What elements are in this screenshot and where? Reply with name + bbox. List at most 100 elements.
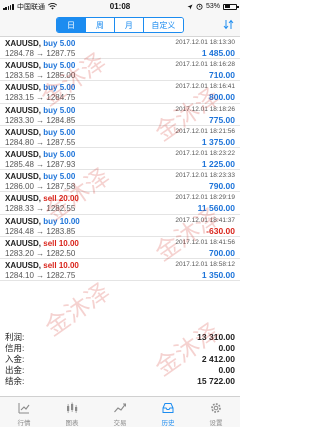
trade-row[interactable]: XAUUSD, buy 5.00 1285.48 → 1287.93 2017.12… bbox=[0, 148, 240, 171]
tab-week[interactable]: 周 bbox=[85, 18, 115, 32]
trade-profit: -630.00 bbox=[206, 225, 235, 236]
trade-action: buy 5.00 bbox=[43, 39, 76, 48]
trade-profit: 700.00 bbox=[209, 247, 235, 258]
open-price: 1283.15 bbox=[5, 93, 34, 103]
close-price: 1282.50 bbox=[46, 248, 76, 258]
account-summary: 利润: 13 310.00 信用: 0.00 入金: 2 412.00 出金: 0.00 结余:… bbox=[0, 331, 240, 387]
history-toolbar: 日 周 月 自定义 bbox=[0, 13, 240, 37]
open-price: 1284.80 bbox=[5, 137, 34, 147]
chart-icon bbox=[67, 402, 78, 413]
quotes-icon bbox=[18, 403, 30, 414]
summary-label: 入金: bbox=[5, 353, 25, 364]
tab-history[interactable]: 历史 bbox=[144, 397, 192, 427]
symbol-label: XAUUSD, bbox=[5, 39, 42, 48]
close-price: 1283.85 bbox=[46, 226, 76, 236]
trade-row[interactable]: XAUUSD, buy 5.00 1286.00 → 1287.58 2017.12… bbox=[0, 170, 240, 193]
symbol-label: XAUUSD, bbox=[5, 260, 42, 270]
status-right: 53% bbox=[147, 3, 239, 10]
trade-action: sell 10.00 bbox=[43, 260, 79, 270]
trade-time: 2017.12.01 18:41:56 bbox=[175, 238, 235, 246]
trade-prices: 1283.30 → 1284.85 bbox=[5, 115, 76, 125]
history-icon bbox=[162, 403, 174, 413]
close-price: 1287.75 bbox=[46, 49, 76, 58]
tab-chart-label: 图表 bbox=[65, 420, 79, 427]
trade-time: 2017.12.01 18:23:22 bbox=[175, 149, 235, 157]
open-price: 1286.00 bbox=[5, 182, 34, 192]
tab-custom[interactable]: 自定义 bbox=[143, 18, 183, 32]
trade-symbol: XAUUSD, buy 10.00 bbox=[5, 217, 80, 226]
summary-value: 13 310.00 bbox=[197, 331, 235, 342]
close-price: 1287.58 bbox=[46, 182, 76, 192]
trade-prices: 1283.15 → 1284.75 bbox=[5, 93, 76, 103]
trade-action: buy 5.00 bbox=[43, 105, 76, 115]
trade-row[interactable]: XAUUSD, buy 5.00 1283.15 → 1284.75 2017.12… bbox=[0, 81, 240, 104]
summary-row: 结余: 15 722.00 bbox=[0, 376, 240, 387]
summary-value: 0.00 bbox=[218, 342, 235, 353]
trade-time: 2017.12.01 18:29:19 bbox=[175, 194, 235, 202]
tab-settings-label: 设置 bbox=[209, 420, 223, 427]
tab-history-label: 历史 bbox=[161, 420, 175, 427]
trade-symbol: XAUUSD, buy 5.00 bbox=[5, 172, 75, 181]
summary-value: 0.00 bbox=[218, 365, 235, 376]
trade-time: 2017.12.01 18:16:28 bbox=[175, 61, 235, 69]
tab-trade[interactable]: 交易 bbox=[96, 397, 144, 427]
tab-settings[interactable]: 设置 bbox=[192, 397, 240, 427]
close-price: 1284.75 bbox=[46, 93, 76, 103]
trade-prices: 1284.80 → 1287.55 bbox=[5, 137, 76, 147]
trade-symbol: XAUUSD, buy 5.00 bbox=[5, 106, 75, 115]
trade-row[interactable]: XAUUSD, buy 5.00 1283.58 → 1285.00 2017.12… bbox=[0, 59, 240, 82]
tab-trade-label: 交易 bbox=[113, 420, 127, 427]
summary-label: 结余: bbox=[5, 376, 25, 387]
symbol-label: XAUUSD, bbox=[5, 61, 42, 71]
trade-prices: 1286.00 → 1287.58 bbox=[5, 182, 76, 192]
battery-icon bbox=[223, 3, 239, 10]
trade-symbol: XAUUSD, sell 10.00 bbox=[5, 239, 79, 248]
trade-profit: 1 350.00 bbox=[201, 269, 235, 280]
alarm-icon bbox=[196, 3, 203, 10]
symbol-label: XAUUSD, bbox=[5, 216, 42, 226]
trade-row[interactable]: XAUUSD, sell 10.00 1283.20 → 1282.50 2017.… bbox=[0, 237, 240, 259]
trade-symbol: XAUUSD, sell 10.00 bbox=[5, 261, 79, 270]
symbol-label: XAUUSD, bbox=[5, 83, 42, 93]
signal-icon bbox=[3, 3, 14, 10]
trade-prices: 1288.33 → 1282.55 bbox=[5, 204, 76, 214]
open-price: 1284.78 bbox=[5, 49, 34, 58]
tab-day[interactable]: 日 bbox=[57, 18, 86, 32]
trade-row[interactable]: XAUUSD, buy 10.00 1284.48 → 1283.85 2017.1… bbox=[0, 215, 240, 237]
trade-profit: 1 485.00 bbox=[201, 48, 235, 58]
trade-action: buy 10.00 bbox=[43, 216, 80, 226]
battery-percent: 53% bbox=[205, 3, 220, 10]
close-price: 1287.55 bbox=[46, 137, 76, 147]
trade-row[interactable]: XAUUSD, buy 5.00 1284.78 → 1287.75 2017.12… bbox=[0, 37, 240, 60]
open-price: 1285.48 bbox=[5, 159, 34, 169]
trade-row[interactable]: XAUUSD, sell 20.00 1288.33 → 1282.55 2017.… bbox=[0, 192, 240, 215]
tab-chart[interactable]: 图表 bbox=[48, 397, 96, 427]
trade-time: 2017.12.01 18:41:37 bbox=[175, 216, 235, 224]
tab-month[interactable]: 月 bbox=[114, 18, 144, 32]
close-price: 1284.85 bbox=[46, 115, 76, 125]
trade-row[interactable]: XAUUSD, buy 5.00 1283.30 → 1284.85 2017.12… bbox=[0, 104, 240, 126]
trade-symbol: XAUUSD, buy 5.00 bbox=[5, 150, 75, 159]
trade-icon bbox=[114, 403, 126, 413]
trade-action: buy 5.00 bbox=[43, 127, 76, 137]
summary-label: 出金: bbox=[5, 365, 25, 376]
trade-symbol: XAUUSD, buy 5.00 bbox=[5, 128, 75, 137]
trade-action: buy 5.00 bbox=[43, 83, 76, 93]
trade-prices: 1283.58 → 1285.00 bbox=[5, 71, 76, 81]
symbol-label: XAUUSD, bbox=[5, 149, 42, 159]
sort-icon[interactable] bbox=[223, 19, 234, 30]
close-price: 1287.93 bbox=[46, 159, 76, 169]
summary-label: 利润: bbox=[5, 331, 25, 342]
symbol-label: XAUUSD, bbox=[5, 238, 42, 248]
status-bar: 中国联通 01:08 53% bbox=[0, 0, 240, 13]
open-price: 1288.33 bbox=[5, 204, 34, 214]
symbol-label: XAUUSD, bbox=[5, 105, 42, 115]
tab-quotes[interactable]: 行情 bbox=[0, 397, 48, 427]
trade-row[interactable]: XAUUSD, buy 5.00 1284.80 → 1287.55 2017.12… bbox=[0, 126, 240, 148]
open-price: 1284.10 bbox=[5, 270, 34, 280]
wifi-icon bbox=[48, 3, 57, 10]
close-price: 1285.00 bbox=[46, 71, 76, 81]
summary-value: 15 722.00 bbox=[197, 376, 235, 387]
tab-quotes-label: 行情 bbox=[17, 420, 31, 427]
trade-row[interactable]: XAUUSD, sell 10.00 1284.10 → 1282.75 2017.… bbox=[0, 259, 240, 282]
